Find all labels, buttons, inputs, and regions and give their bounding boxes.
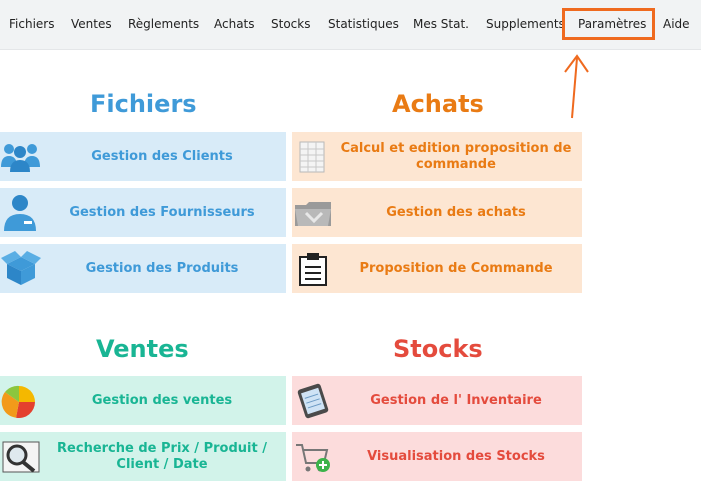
spreadsheet-icon [292,132,334,181]
card-gestion-fournisseurs[interactable]: Gestion des Fournisseurs [0,188,286,237]
section-title-fichiers: Fichiers [90,90,197,118]
menu-item-reglements[interactable]: Règlements [128,0,199,49]
menu-item-stocks[interactable]: Stocks [271,0,310,49]
section-title-ventes: Ventes [96,335,189,363]
card-label: Calcul et edition proposition de command… [340,140,572,172]
menu-bar: Fichiers Ventes Règlements Achats Stocks… [0,0,701,50]
pie-chart-icon [0,376,42,425]
card-gestion-ventes[interactable]: Gestion des ventes [0,376,286,425]
card-gestion-achats[interactable]: Gestion des achats [292,188,582,237]
card-gestion-clients[interactable]: Gestion des Clients [0,132,286,181]
section-title-achats: Achats [392,90,484,118]
folder-icon [292,188,334,237]
menu-item-aide[interactable]: Aide [663,0,690,49]
supplier-icon [0,188,42,237]
magnifier-icon [0,432,42,481]
section-title-stocks: Stocks [393,335,483,363]
card-recherche-prix[interactable]: Recherche de Prix / Produit / Client / D… [0,432,286,481]
notepad-icon [292,376,334,425]
card-gestion-produits[interactable]: Gestion des Produits [0,244,286,293]
card-label: Gestion des ventes [91,392,233,408]
card-label: Gestion des Clients [91,148,233,164]
menu-item-supplements[interactable]: Supplements [486,0,565,49]
card-label: Gestion des Produits [85,260,239,276]
card-visualisation-stocks[interactable]: Visualisation des Stocks [292,432,582,481]
menu-item-ventes[interactable]: Ventes [71,0,112,49]
clipboard-icon [292,244,334,293]
card-proposition-commande[interactable]: Proposition de Commande [292,244,582,293]
card-label: Gestion des Fournisseurs [69,204,255,220]
menu-item-mes-stat[interactable]: Mes Stat. [413,0,469,49]
menu-item-achats[interactable]: Achats [214,0,255,49]
menu-highlight-box [562,8,655,40]
menu-item-fichiers[interactable]: Fichiers [9,0,54,49]
card-label: Gestion des achats [386,204,526,220]
cart-icon [292,432,334,481]
card-label: Recherche de Prix / Produit / Client / D… [57,440,267,472]
card-label: Proposition de Commande [359,260,553,276]
users-icon [0,132,42,181]
card-calcul-proposition[interactable]: Calcul et edition proposition de command… [292,132,582,181]
box-icon [0,244,42,293]
card-label: Visualisation des Stocks [367,448,545,464]
card-label: Gestion de l' Inventaire [370,392,542,408]
menu-item-statistiques[interactable]: Statistiques [328,0,399,49]
card-gestion-inventaire[interactable]: Gestion de l' Inventaire [292,376,582,425]
